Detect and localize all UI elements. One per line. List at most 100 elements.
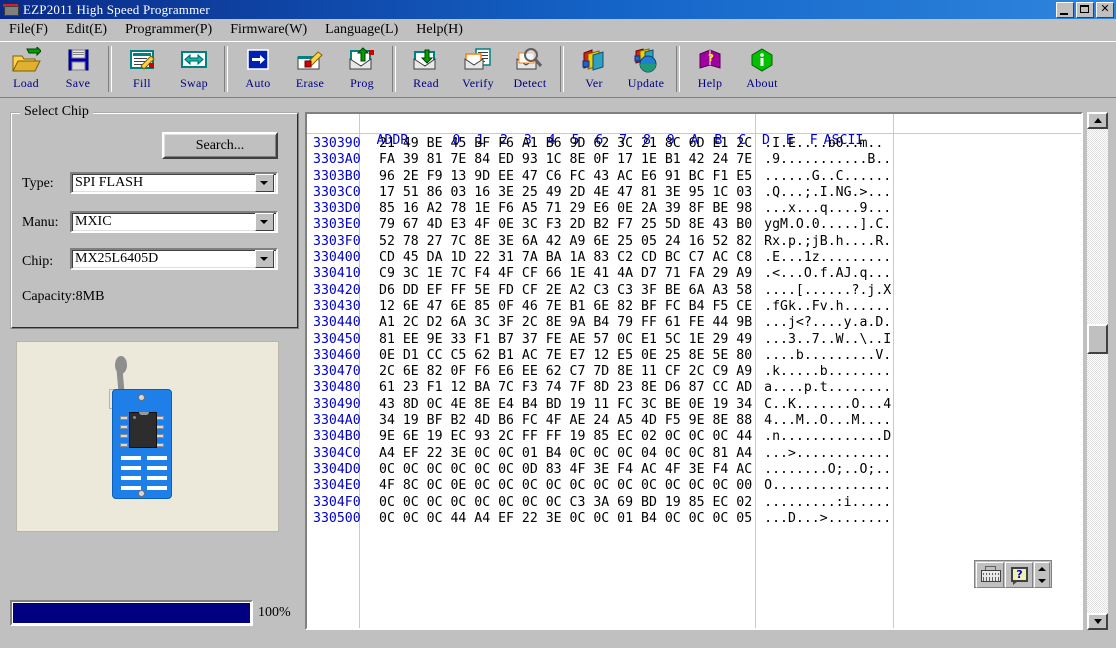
hex-row-ascii[interactable]: .I.E....b0..m.. bbox=[752, 136, 883, 152]
toolbar-button-auto[interactable]: Auto bbox=[232, 44, 284, 96]
toolbar-button-ver[interactable]: Ver bbox=[568, 44, 620, 96]
hex-row-bytes[interactable]: 85 16 A2 78 1E F6 A5 71 29 E6 0E 2A 39 8… bbox=[373, 201, 752, 217]
hex-row[interactable]: 330470 2C 6E 82 0F F6 E6 EE 62 C7 7D 8E 1… bbox=[307, 364, 1081, 380]
hex-row-ascii[interactable]: Rx.p.;jB.h....R. bbox=[752, 234, 891, 250]
search-button[interactable]: Search... bbox=[162, 132, 278, 159]
hex-row-bytes[interactable]: 79 67 4D E3 4F 0E 3C F3 2D B2 F7 25 5D 8… bbox=[373, 217, 752, 233]
menu-item-edit[interactable]: Edit(E) bbox=[57, 20, 116, 40]
maximize-button[interactable] bbox=[1076, 1, 1094, 18]
hex-row-ascii[interactable]: ........O;..O;.. bbox=[752, 462, 891, 478]
type-combobox[interactable]: SPI FLASH bbox=[70, 172, 278, 194]
toolbar-button-load[interactable]: Load bbox=[0, 44, 52, 96]
hex-row[interactable]: 3304F0 0C 0C 0C 0C 0C 0C 0C 0C C3 3A 69 B… bbox=[307, 495, 1081, 511]
hex-row[interactable]: 3304D0 0C 0C 0C 0C 0C 0C 0D 83 4F 3E F4 A… bbox=[307, 462, 1081, 478]
menu-item-firmware[interactable]: Firmware(W) bbox=[221, 20, 316, 40]
hex-row[interactable]: 330440 A1 2C D2 6A 3C 3F 2C 8E 9A B4 79 F… bbox=[307, 315, 1081, 331]
hex-row-bytes[interactable]: C9 3C 1E 7C F4 4F CF 66 1E 41 4A D7 71 F… bbox=[373, 266, 752, 282]
hex-row-ascii[interactable]: C..K.......O...4 bbox=[752, 397, 891, 413]
hex-row[interactable]: 330390 21 49 BE 45 BF F6 A1 B6 9D 62 3C 2… bbox=[307, 136, 1081, 152]
menu-item-file[interactable]: File(F) bbox=[0, 20, 57, 40]
toolbar-button-swap[interactable]: Swap bbox=[168, 44, 220, 96]
toolbar-button-detect[interactable]: Detect bbox=[504, 44, 556, 96]
spinner-down-icon[interactable] bbox=[1038, 579, 1046, 583]
hex-row[interactable]: 330460 0E D1 CC C5 62 B1 AC 7E E7 12 E5 0… bbox=[307, 348, 1081, 364]
hex-row-ascii[interactable]: ....[......?.j.X bbox=[752, 283, 891, 299]
chip-combobox[interactable]: MX25L6405D bbox=[70, 248, 278, 270]
hex-row-ascii[interactable]: O............... bbox=[752, 478, 891, 494]
hex-row[interactable]: 3304E0 4F 8C 0C 0E 0C 0C 0C 0C 0C 0C 0C 0… bbox=[307, 478, 1081, 494]
hex-row-bytes[interactable]: D6 DD EF FF 5E FD CF 2E A2 C3 C3 3F BE 6… bbox=[373, 283, 752, 299]
hex-row-bytes[interactable]: 0C 0C 0C 0C 0C 0C 0C 0C C3 3A 69 BD 19 8… bbox=[373, 495, 752, 511]
hex-row[interactable]: 3303C0 17 51 86 03 16 3E 25 49 2D 4E 47 8… bbox=[307, 185, 1081, 201]
hex-row[interactable]: 330430 12 6E 47 6E 85 0F 46 7E B1 6E 82 B… bbox=[307, 299, 1081, 315]
toolbar-button-update[interactable]: Update bbox=[620, 44, 672, 96]
hex-row[interactable]: 3303D0 85 16 A2 78 1E F6 A5 71 29 E6 0E 2… bbox=[307, 201, 1081, 217]
hex-row-bytes[interactable]: CD 45 DA 1D 22 31 7A BA 1A 83 C2 CD BC C… bbox=[373, 250, 752, 266]
toolbar-button-verify[interactable]: Verify bbox=[452, 44, 504, 96]
hex-spinner[interactable] bbox=[1034, 562, 1050, 588]
hex-row[interactable]: 330450 81 EE 9E 33 F1 B7 37 FE AE 57 0C E… bbox=[307, 332, 1081, 348]
hex-row-bytes[interactable]: 0C 0C 0C 44 A4 EF 22 3E 0C 0C 01 B4 0C 0… bbox=[373, 511, 752, 527]
hex-row-ascii[interactable]: .Q...;.I.NG.>... bbox=[752, 185, 891, 201]
menu-item-help[interactable]: Help(H) bbox=[407, 20, 472, 40]
hex-row-bytes[interactable]: A1 2C D2 6A 3C 3F 2C 8E 9A B4 79 FF 61 F… bbox=[373, 315, 752, 331]
hex-row[interactable]: 3303E0 79 67 4D E3 4F 0E 3C F3 2D B2 F7 2… bbox=[307, 217, 1081, 233]
hex-row-bytes[interactable]: 52 78 27 7C 8E 3E 6A 42 A9 6E 25 05 24 1… bbox=[373, 234, 752, 250]
menu-item-programmer[interactable]: Programmer(P) bbox=[116, 20, 221, 40]
hex-row-bytes[interactable]: 21 49 BE 45 BF F6 A1 B6 9D 62 3C 21 8C 6… bbox=[373, 136, 752, 152]
hex-row-bytes[interactable]: 2C 6E 82 0F F6 E6 EE 62 C7 7D 8E 11 CF 2… bbox=[373, 364, 752, 380]
hex-row-ascii[interactable]: ...x...q....9... bbox=[752, 201, 891, 217]
toolbar-button-about[interactable]: About bbox=[736, 44, 788, 96]
hex-row-ascii[interactable]: .9...........B.. bbox=[752, 152, 891, 168]
manu-combobox[interactable]: MXIC bbox=[70, 211, 278, 233]
hex-row-bytes[interactable]: A4 EF 22 3E 0C 0C 01 B4 0C 0C 0C 04 0C 0… bbox=[373, 446, 752, 462]
hex-row[interactable]: 3303F0 52 78 27 7C 8E 3E 6A 42 A9 6E 25 0… bbox=[307, 234, 1081, 250]
scrollbar-track[interactable] bbox=[1087, 129, 1108, 613]
hex-row[interactable]: 3303B0 96 2E F9 13 9D EE 47 C6 FC 43 AC E… bbox=[307, 169, 1081, 185]
hex-row-ascii[interactable]: ygM.O.0.....].C. bbox=[752, 217, 891, 233]
hex-editor[interactable]: ADDR 0 1 2 3 4 5 6 7 8 9 A B C D E F ASCI… bbox=[305, 112, 1083, 630]
hex-row-bytes[interactable]: 12 6E 47 6E 85 0F 46 7E B1 6E 82 BF FC B… bbox=[373, 299, 752, 315]
chevron-down-icon[interactable] bbox=[255, 213, 274, 231]
close-button[interactable]: ✕ bbox=[1096, 1, 1114, 18]
hex-row-ascii[interactable]: ...D...>........ bbox=[752, 511, 891, 527]
hex-row-ascii[interactable]: ...3..7..W..\..I bbox=[752, 332, 891, 348]
hex-row-bytes[interactable]: 0C 0C 0C 0C 0C 0C 0D 83 4F 3E F4 AC 4F 3… bbox=[373, 462, 752, 478]
hex-row-bytes[interactable]: 96 2E F9 13 9D EE 47 C6 FC 43 AC E6 91 B… bbox=[373, 169, 752, 185]
hex-row-ascii[interactable]: ......G..C...... bbox=[752, 169, 891, 185]
hex-row-ascii[interactable]: .k.....b........ bbox=[752, 364, 891, 380]
hex-row-bytes[interactable]: 34 19 BF B2 4D B6 FC 4F AE 24 A5 4D F5 9… bbox=[373, 413, 752, 429]
hex-row-ascii[interactable]: .n.............D bbox=[752, 429, 891, 445]
hex-row[interactable]: 330480 61 23 F1 12 BA 7C F3 74 7F 8D 23 8… bbox=[307, 380, 1081, 396]
hex-row-bytes[interactable]: 61 23 F1 12 BA 7C F3 74 7F 8D 23 8E D6 8… bbox=[373, 380, 752, 396]
hex-row[interactable]: 3304A0 34 19 BF B2 4D B6 FC 4F AE 24 A5 4… bbox=[307, 413, 1081, 429]
toolbar-button-erase[interactable]: Erase bbox=[284, 44, 336, 96]
scrollbar-thumb[interactable] bbox=[1087, 324, 1108, 355]
hex-row[interactable]: 3304B0 9E 6E 19 EC 93 2C FF FF 19 85 EC 0… bbox=[307, 429, 1081, 445]
toolbar-button-read[interactable]: Read bbox=[400, 44, 452, 96]
toolbar-button-save[interactable]: Save bbox=[52, 44, 104, 96]
chevron-down-icon[interactable] bbox=[255, 250, 274, 268]
hex-row-bytes[interactable]: FA 39 81 7E 84 ED 93 1C 8E 0F 17 1E B1 4… bbox=[373, 152, 752, 168]
hex-row[interactable]: 3304C0 A4 EF 22 3E 0C 0C 01 B4 0C 0C 0C 0… bbox=[307, 446, 1081, 462]
toolbar-button-help[interactable]: ? Help bbox=[684, 44, 736, 96]
hex-row-ascii[interactable]: .fGk..Fv.h...... bbox=[752, 299, 891, 315]
hex-row[interactable]: 330410 C9 3C 1E 7C F4 4F CF 66 1E 41 4A D… bbox=[307, 266, 1081, 282]
scrollbar-up-button[interactable] bbox=[1087, 112, 1108, 129]
hex-scrollbar[interactable] bbox=[1087, 112, 1108, 630]
hex-row[interactable]: 330500 0C 0C 0C 44 A4 EF 22 3E 0C 0C 01 B… bbox=[307, 511, 1081, 527]
minimize-button[interactable] bbox=[1056, 1, 1074, 18]
hex-row-ascii[interactable]: .E...1z......... bbox=[752, 250, 891, 266]
spinner-up-icon[interactable] bbox=[1038, 567, 1046, 571]
hex-row-bytes[interactable]: 4F 8C 0C 0E 0C 0C 0C 0C 0C 0C 0C 0C 0C 0… bbox=[373, 478, 752, 494]
hex-row-ascii[interactable]: ...j<?....y.a.D. bbox=[752, 315, 891, 331]
hex-row-ascii[interactable]: ....b.........V. bbox=[752, 348, 891, 364]
toolbar-button-fill[interactable]: Fill bbox=[116, 44, 168, 96]
hex-row-ascii[interactable]: .........:i..... bbox=[752, 495, 891, 511]
menu-item-language[interactable]: Language(L) bbox=[316, 20, 407, 40]
hex-row-bytes[interactable]: 9E 6E 19 EC 93 2C FF FF 19 85 EC 02 0C 0… bbox=[373, 429, 752, 445]
hex-row-bytes[interactable]: 81 EE 9E 33 F1 B7 37 FE AE 57 0C E1 5C 1… bbox=[373, 332, 752, 348]
hex-row-bytes[interactable]: 17 51 86 03 16 3E 25 49 2D 4E 47 81 3E 9… bbox=[373, 185, 752, 201]
hex-row[interactable]: 330400 CD 45 DA 1D 22 31 7A BA 1A 83 C2 C… bbox=[307, 250, 1081, 266]
hex-row[interactable]: 330490 43 8D 0C 4E 8E E4 B4 BD 19 11 FC 3… bbox=[307, 397, 1081, 413]
